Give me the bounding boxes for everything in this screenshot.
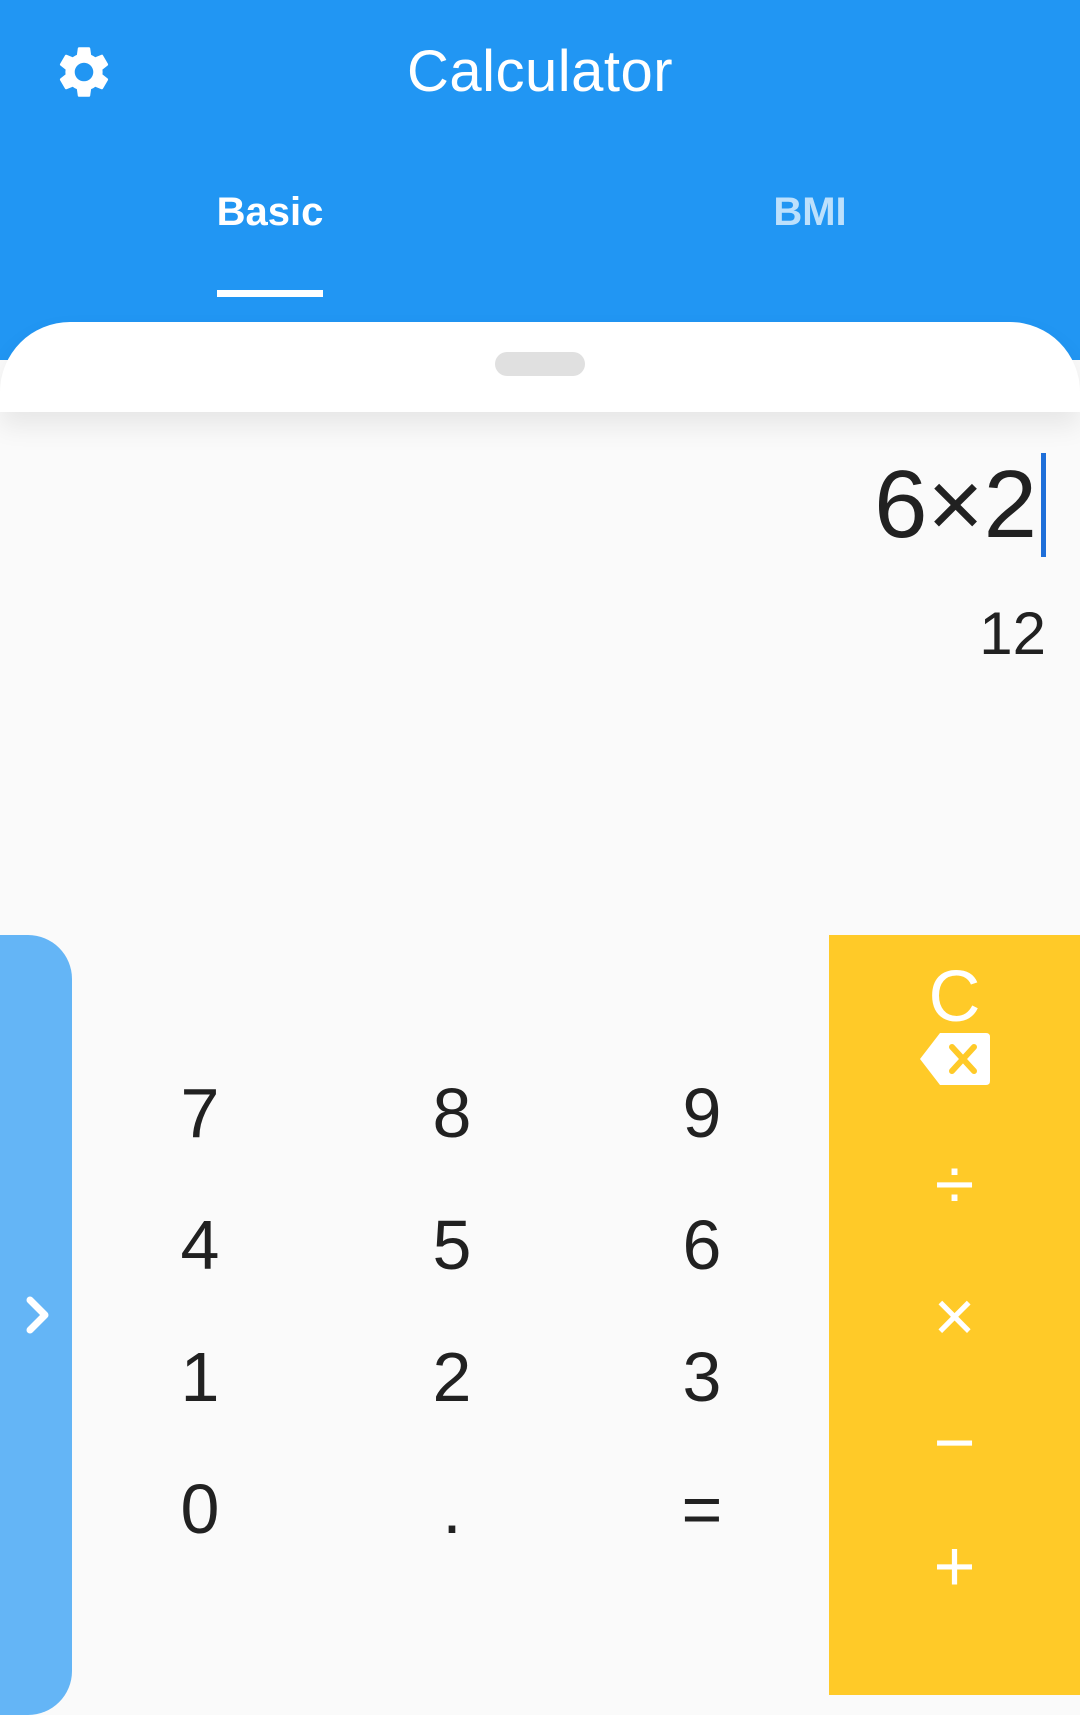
- key-6[interactable]: 6: [577, 1180, 827, 1310]
- divide-label: ÷: [934, 1145, 975, 1225]
- chevron-right-icon: [18, 1290, 58, 1345]
- tab-bmi[interactable]: BMI: [540, 190, 1080, 235]
- history-sheet[interactable]: [0, 322, 1080, 412]
- key-3[interactable]: 3: [577, 1312, 827, 1442]
- operator-panel: C ÷ × − +: [829, 935, 1080, 1695]
- key-1[interactable]: 1: [75, 1312, 325, 1442]
- backspace-icon: [918, 1031, 992, 1092]
- key-equals[interactable]: =: [577, 1444, 827, 1574]
- key-decimal[interactable]: .: [327, 1444, 577, 1574]
- key-7[interactable]: 7: [75, 1048, 325, 1178]
- subtract-label: −: [933, 1403, 976, 1483]
- text-caret: [1041, 453, 1046, 557]
- key-divide[interactable]: ÷: [829, 1123, 1080, 1247]
- key-4[interactable]: 4: [75, 1180, 325, 1310]
- key-8[interactable]: 8: [327, 1048, 577, 1178]
- tab-basic[interactable]: Basic: [0, 190, 540, 235]
- tab-indicator: [217, 290, 323, 297]
- add-label: +: [933, 1527, 976, 1607]
- key-add[interactable]: +: [829, 1505, 1080, 1629]
- key-backspace[interactable]: [829, 999, 1080, 1123]
- multiply-label: ×: [933, 1277, 976, 1357]
- key-9[interactable]: 9: [577, 1048, 827, 1178]
- key-2[interactable]: 2: [327, 1312, 577, 1442]
- drag-handle[interactable]: [495, 352, 585, 376]
- expression-field[interactable]: 6×2: [874, 450, 1046, 560]
- app-bar: Calculator Basic BMI: [0, 0, 1080, 360]
- key-5[interactable]: 5: [327, 1180, 577, 1310]
- key-0[interactable]: 0: [75, 1444, 325, 1574]
- key-subtract[interactable]: −: [829, 1381, 1080, 1505]
- expression-text: 6×2: [874, 451, 1037, 558]
- result-text: 12: [979, 600, 1046, 667]
- key-multiply[interactable]: ×: [829, 1255, 1080, 1379]
- app-title: Calculator: [406, 39, 674, 104]
